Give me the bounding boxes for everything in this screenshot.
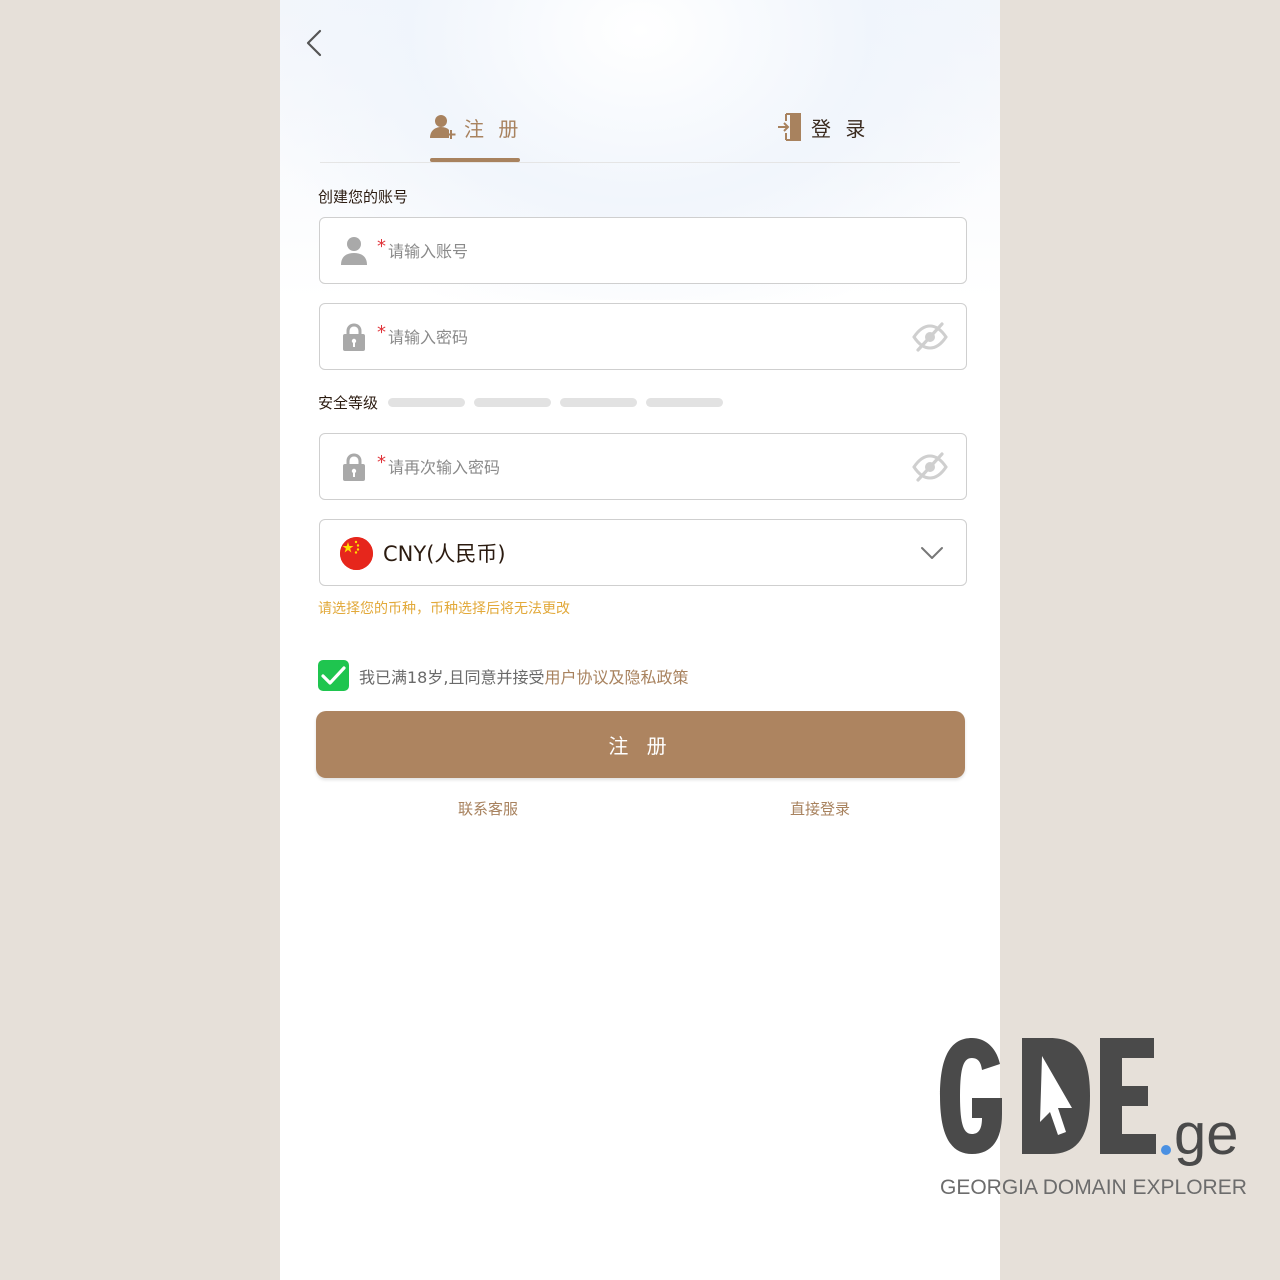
eye-off-icon[interactable] [912,450,948,484]
required-mark: * [377,322,386,343]
password-input[interactable] [388,320,888,354]
currency-value: CNY(人民币) [383,542,506,566]
contact-support-link[interactable]: 联系客服 [458,798,518,819]
section-title: 创建您的账号 [318,188,409,206]
tab-login[interactable]: 登 录 [775,92,869,162]
tab-login-label: 登 录 [811,116,870,141]
user-icon [341,237,367,265]
strength-label: 安全等级 [318,394,379,412]
agreement-row: 我已满18岁,且同意并接受用户协议及隐私政策 [318,660,688,691]
user-add-icon [430,115,456,139]
confirm-password-field: * [319,433,967,500]
active-tab-indicator [430,158,520,162]
user-agreement-link[interactable]: 用户协议及隐私政策 [544,668,688,687]
checkmark-icon [321,666,346,685]
register-submit-button[interactable]: 注 册 [316,711,965,778]
required-mark: * [377,452,386,473]
tab-register[interactable]: 注 册 [428,92,522,162]
confirm-password-input[interactable] [388,450,888,484]
strength-bar [560,398,638,407]
tab-register-label: 注 册 [464,116,523,141]
back-button[interactable] [298,26,332,60]
agree-checkbox[interactable] [318,660,349,691]
username-input[interactable] [388,234,888,268]
chevron-down-icon [921,547,943,559]
strength-bar [474,398,552,407]
phone-frame: 注 册 登 录 创建您的账号 * 请输入账号 * 安全等级 * CNY(人民币)… [280,0,1000,1280]
auth-tabs: 注 册 登 录 [320,92,960,163]
lock-icon [343,453,365,481]
password-strength: 安全等级 [318,392,724,413]
chevron-left-icon [306,29,322,57]
currency-note: 请选择您的币种，币种选择后将无法更改 [318,601,570,617]
strength-bar [388,398,466,407]
username-field: * [319,217,967,284]
china-flag-icon [340,537,373,570]
lock-icon [343,323,365,351]
password-field: * [319,303,967,370]
eye-off-icon[interactable] [912,320,948,354]
direct-login-link[interactable]: 直接登录 [790,798,850,819]
currency-select[interactable]: CNY(人民币) [319,519,967,586]
svg-text:ge: ge [1174,1102,1239,1167]
gde-watermark: ge GEORGIA DOMAIN EXPLORER [938,1034,1248,1214]
door-enter-icon [778,113,801,141]
required-mark: * [377,236,386,257]
strength-bar [646,398,724,407]
agree-text: 我已满18岁,且同意并接受 [359,667,545,687]
gde-logo-icon: ge [940,1038,1239,1167]
watermark-caption: GEORGIA DOMAIN EXPLORER [940,1176,1247,1199]
